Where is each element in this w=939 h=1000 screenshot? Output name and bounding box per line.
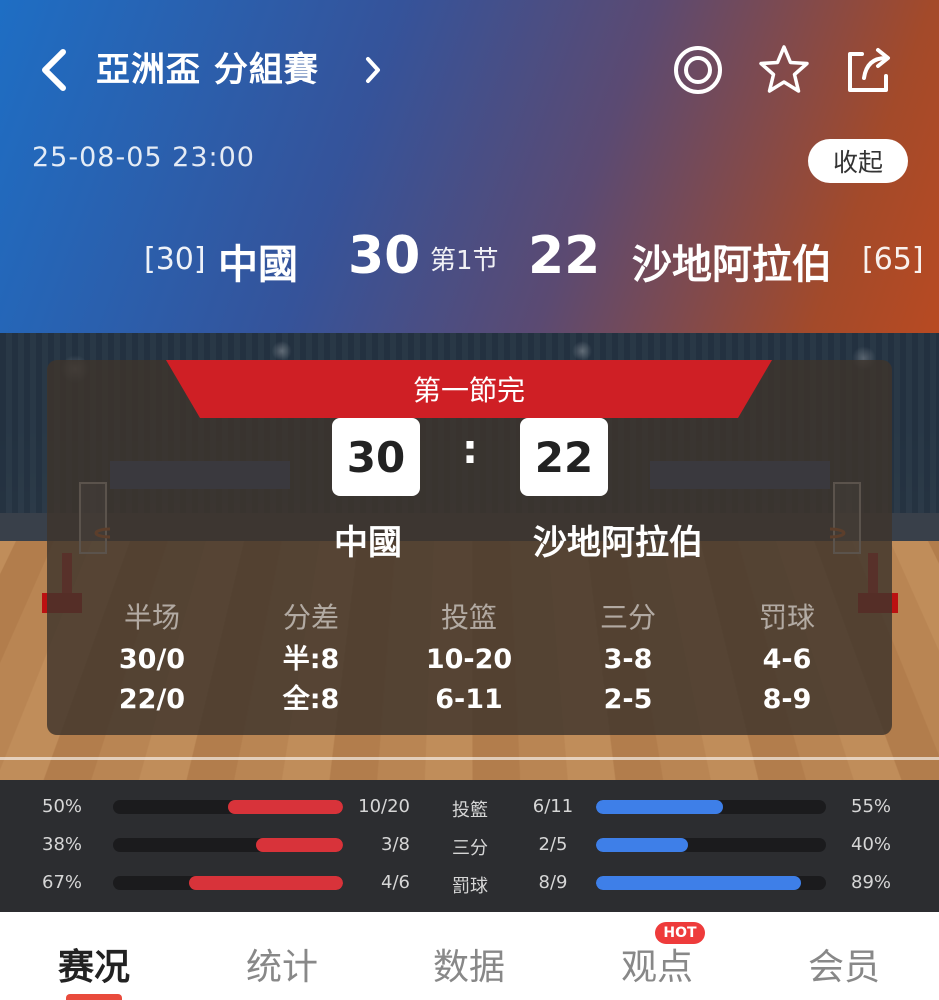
stat-label: 罚球 xyxy=(758,601,815,634)
compare-row-field-goals: 50% 10/20 投籃 6/11 55% xyxy=(0,788,939,826)
chevron-right-icon xyxy=(366,57,380,83)
card-home-name: 中國 xyxy=(334,523,402,563)
home-bar-fill xyxy=(228,800,343,814)
tab-opinions[interactable]: 观点 xyxy=(587,938,727,988)
stat-value-home: 10-20 xyxy=(425,644,513,675)
compare-label: 投籃 xyxy=(452,800,488,821)
home-made-attempted: 4/6 xyxy=(381,872,410,893)
stat-value-away: 全:8 xyxy=(282,684,340,715)
competition-title[interactable]: 亞洲盃 分組賽 xyxy=(96,44,319,96)
tab-membership[interactable]: 会员 xyxy=(774,938,914,988)
tab-data[interactable]: 数据 xyxy=(399,938,539,988)
active-tab-indicator xyxy=(66,994,122,1000)
scoreline: [30] 中國 30 第1节 22 沙地阿拉伯 [65] xyxy=(0,222,939,292)
tab-statistics[interactable]: 统计 xyxy=(212,938,352,988)
home-made-attempted: 10/20 xyxy=(358,796,410,817)
stat-value-away: 8-9 xyxy=(762,684,812,715)
card-away-name: 沙地阿拉伯 xyxy=(533,523,703,563)
away-team-name[interactable]: 沙地阿拉伯 xyxy=(632,232,832,290)
card-away-score: 22 xyxy=(520,418,608,496)
stat-value-home: 4-6 xyxy=(762,644,812,675)
home-team-name[interactable]: 中國 xyxy=(218,232,298,290)
share-icon xyxy=(848,48,890,92)
away-made-attempted: 2/5 xyxy=(538,834,568,855)
stat-value-home: 30/0 xyxy=(118,644,186,675)
home-bar-fill xyxy=(188,876,343,890)
tab-bar: 赛况 统计 数据 观点 会员 xyxy=(0,912,939,1000)
stat-value-home: 3-8 xyxy=(603,644,653,675)
compare-label: 三分 xyxy=(452,838,488,859)
competition-chevron[interactable] xyxy=(358,50,388,90)
home-score: 30 xyxy=(348,226,421,286)
away-percentage: 89% xyxy=(851,872,892,893)
match-datetime: 25-08-05 23:00 xyxy=(32,142,255,173)
compare-row-three-pointers: 38% 3/8 三分 2/5 40% xyxy=(0,826,939,864)
away-bar-fill xyxy=(596,838,688,852)
star-icon xyxy=(759,45,809,93)
stat-label: 投篮 xyxy=(440,601,497,634)
tab-match-status[interactable]: 赛况 xyxy=(24,938,164,988)
collapse-button[interactable]: 收起 xyxy=(808,139,908,183)
target-button[interactable] xyxy=(670,44,726,96)
stat-value-away: 2-5 xyxy=(603,684,653,715)
favorite-button[interactable] xyxy=(756,44,812,96)
home-bar-track xyxy=(113,838,343,852)
status-label: 第一節完 xyxy=(412,374,525,407)
stat-free-throws: 罚球 4-6 8-9 xyxy=(707,596,867,720)
stat-comparison: 50% 10/20 投籃 6/11 55% 38% 3/8 三分 2/5 40%… xyxy=(0,780,939,912)
away-bar-track xyxy=(596,800,826,814)
period-label: 第1节 xyxy=(430,246,499,276)
home-percentage: 38% xyxy=(42,834,83,855)
away-bar-fill xyxy=(596,876,801,890)
stat-margin: 分差 半:8 全:8 xyxy=(231,596,391,720)
away-bar-track xyxy=(596,876,826,890)
away-bar-track xyxy=(596,838,826,852)
home-bar-fill xyxy=(255,838,343,852)
away-made-attempted: 8/9 xyxy=(538,872,568,893)
home-bar-track xyxy=(113,800,343,814)
stat-label: 半场 xyxy=(123,601,180,634)
away-score: 22 xyxy=(528,226,601,286)
target-icon xyxy=(674,46,722,94)
away-made-attempted: 6/11 xyxy=(532,796,574,817)
stat-value-away: 22/0 xyxy=(118,684,186,715)
stat-value-home: 半:8 xyxy=(282,644,340,675)
home-bar-track xyxy=(113,876,343,890)
stat-halftime: 半场 30/0 22/0 xyxy=(72,596,232,720)
back-icon xyxy=(42,49,66,91)
share-button[interactable] xyxy=(840,44,896,96)
hot-badge: HOT xyxy=(655,922,705,944)
stat-value-away: 6-11 xyxy=(435,684,503,715)
home-rank: [30] xyxy=(144,242,206,277)
away-bar-fill xyxy=(596,800,723,814)
score-separator: : xyxy=(462,427,478,473)
home-percentage: 67% xyxy=(42,872,83,893)
away-percentage: 40% xyxy=(851,834,892,855)
stat-three-pointers: 三分 3-8 2-5 xyxy=(548,596,708,720)
away-percentage: 55% xyxy=(851,796,892,817)
stat-label: 三分 xyxy=(599,601,656,634)
away-rank: [65] xyxy=(862,242,924,277)
match-header: 亞洲盃 分組賽 25-08-05 23:00 收起 [30] 中國 30 第1节… xyxy=(0,0,939,333)
back-button[interactable] xyxy=(30,44,78,96)
court-baseline xyxy=(0,757,939,760)
card-home-score: 30 xyxy=(332,418,420,496)
compare-label: 罰球 xyxy=(452,876,488,897)
home-percentage: 50% xyxy=(42,796,83,817)
stat-field-goals: 投篮 10-20 6-11 xyxy=(389,596,549,720)
home-made-attempted: 3/8 xyxy=(381,834,410,855)
compare-row-free-throws: 67% 4/6 罰球 8/9 89% xyxy=(0,864,939,902)
stat-label: 分差 xyxy=(282,601,339,634)
